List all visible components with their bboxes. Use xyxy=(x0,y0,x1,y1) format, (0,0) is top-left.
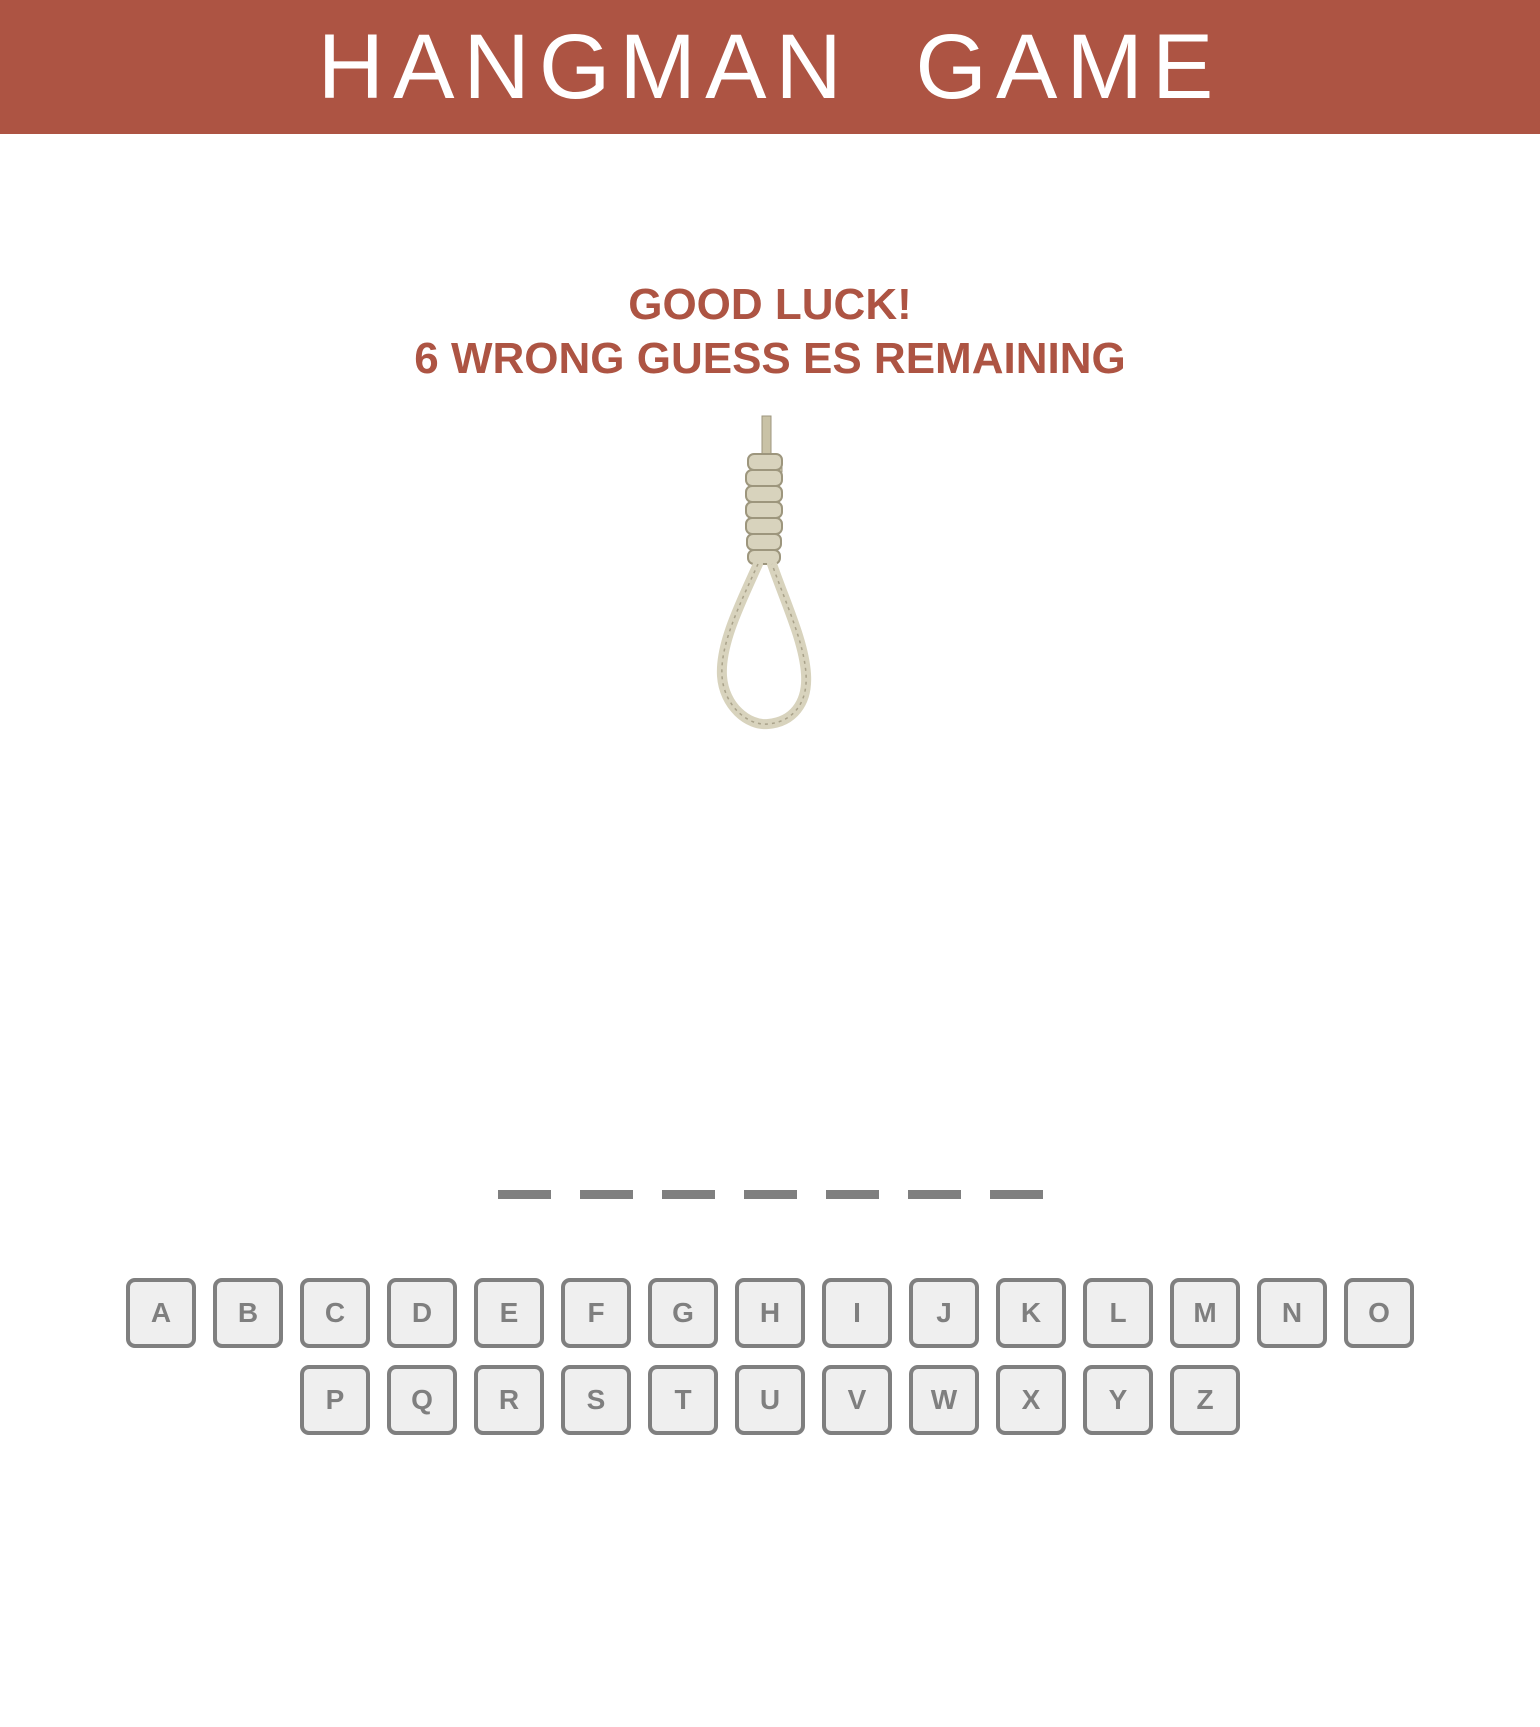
letter-blank xyxy=(907,1190,961,1199)
letter-key-s[interactable]: S xyxy=(561,1365,631,1435)
letter-key-r[interactable]: R xyxy=(474,1365,544,1435)
letter-key-b[interactable]: B xyxy=(213,1278,283,1348)
letter-key-u[interactable]: U xyxy=(735,1365,805,1435)
letter-blank xyxy=(579,1190,633,1199)
letter-key-t[interactable]: T xyxy=(648,1365,718,1435)
noose-icon xyxy=(716,415,812,730)
letter-key-c[interactable]: C xyxy=(300,1278,370,1348)
letter-key-v[interactable]: V xyxy=(822,1365,892,1435)
status-greeting: GOOD LUCK! xyxy=(628,280,912,329)
letter-key-n[interactable]: N xyxy=(1257,1278,1327,1348)
letter-key-o[interactable]: O xyxy=(1344,1278,1414,1348)
letter-key-j[interactable]: J xyxy=(909,1278,979,1348)
letter-key-i[interactable]: I xyxy=(822,1278,892,1348)
letter-key-h[interactable]: H xyxy=(735,1278,805,1348)
letter-blank xyxy=(989,1190,1043,1199)
letter-blank xyxy=(743,1190,797,1199)
letter-key-z[interactable]: Z xyxy=(1170,1365,1240,1435)
letter-key-m[interactable]: M xyxy=(1170,1278,1240,1348)
letter-key-x[interactable]: X xyxy=(996,1365,1066,1435)
letter-key-y[interactable]: Y xyxy=(1083,1365,1153,1435)
page-title: HANGMAN GAME xyxy=(317,16,1223,118)
status-message: GOOD LUCK! 6 WRONG GUESS ES REMAINING xyxy=(0,278,1540,386)
letter-key-g[interactable]: G xyxy=(648,1278,718,1348)
letter-keyboard: ABCDEFGHIJKLMNO PQRSTUVWXYZ xyxy=(0,1278,1540,1452)
letter-key-q[interactable]: Q xyxy=(387,1365,457,1435)
letter-key-f[interactable]: F xyxy=(561,1278,631,1348)
letter-key-d[interactable]: D xyxy=(387,1278,457,1348)
letter-key-w[interactable]: W xyxy=(909,1365,979,1435)
letter-blank xyxy=(497,1190,551,1199)
keyboard-row-2: PQRSTUVWXYZ xyxy=(0,1365,1540,1435)
status-remaining-guesses: 6 WRONG GUESS ES REMAINING xyxy=(414,334,1126,383)
letter-key-p[interactable]: P xyxy=(300,1365,370,1435)
letter-blank xyxy=(661,1190,715,1199)
letter-key-e[interactable]: E xyxy=(474,1278,544,1348)
letter-key-a[interactable]: A xyxy=(126,1278,196,1348)
letter-blank xyxy=(825,1190,879,1199)
word-blanks xyxy=(0,1190,1540,1199)
page-header: HANGMAN GAME xyxy=(0,0,1540,134)
letter-key-k[interactable]: K xyxy=(996,1278,1066,1348)
keyboard-row-1: ABCDEFGHIJKLMNO xyxy=(0,1278,1540,1348)
letter-key-l[interactable]: L xyxy=(1083,1278,1153,1348)
